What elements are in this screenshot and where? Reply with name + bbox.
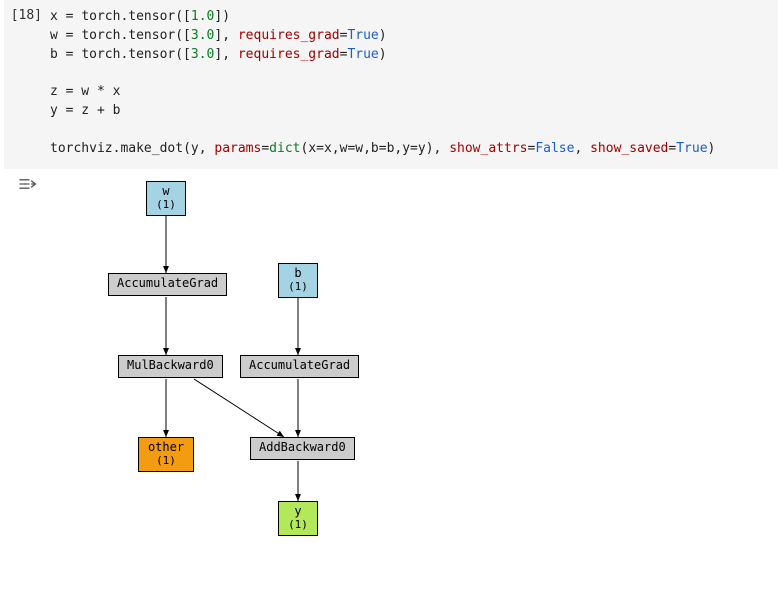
code-cell: [18] x = torch.tensor([1.0]) w = torch.t… [4, 0, 778, 169]
node-accumulate-grad-b: AccumulateGrad [240, 355, 359, 378]
output-area: w (1) AccumulateGrad b (1) MulBackward0 … [0, 169, 778, 535]
output-gutter [4, 175, 50, 535]
node-w: w (1) [146, 181, 186, 216]
code-content[interactable]: x = torch.tensor([1.0]) w = torch.tensor… [50, 6, 778, 159]
node-mul-backward: MulBackward0 [118, 355, 223, 378]
code-line-5: z = w * x [50, 84, 120, 99]
code-line-8: torchviz.make_dot(y, params=dict(x=x,w=w… [50, 141, 715, 156]
code-line-2: w = torch.tensor([3.0], requires_grad=Tr… [50, 28, 387, 43]
node-y: y (1) [278, 501, 318, 536]
code-line-6: y = z + b [50, 103, 120, 118]
node-b: b (1) [278, 263, 318, 298]
code-line-1: x = torch.tensor([1.0]) [50, 9, 230, 24]
cell-prompt: [18] [4, 6, 50, 159]
node-add-backward: AddBackward0 [250, 437, 355, 460]
node-other: other (1) [138, 437, 194, 472]
node-accumulate-grad-w: AccumulateGrad [108, 273, 227, 296]
computation-graph: w (1) AccumulateGrad b (1) MulBackward0 … [84, 175, 444, 535]
code-line-3: b = torch.tensor([3.0], requires_grad=Tr… [50, 47, 387, 62]
rerun-icon[interactable] [17, 177, 37, 191]
